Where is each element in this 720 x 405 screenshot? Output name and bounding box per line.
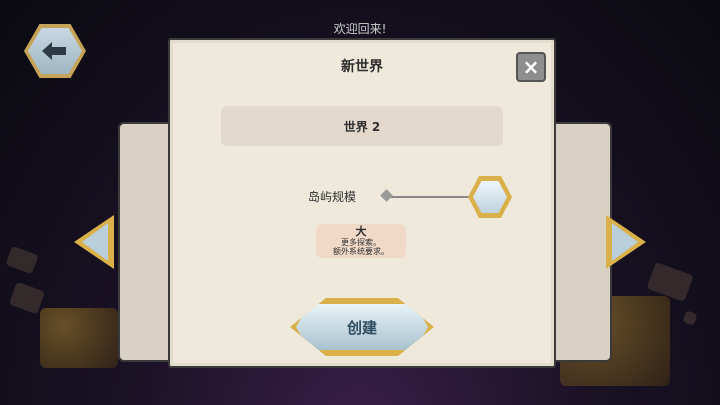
- close-icon: ×: [522, 55, 540, 79]
- island-size-desc-line-1: 更多探索。: [341, 238, 381, 247]
- island-size-label: 岛屿规模: [308, 190, 357, 204]
- new-world-dialog: 新世界 × 世界 2 岛屿规模 大 更多探索。 额外系统要求。 创建: [168, 38, 556, 368]
- chevron-right-icon[interactable]: [606, 215, 646, 269]
- create-button[interactable]: 创建: [290, 298, 434, 356]
- dialog-title: 新世界: [341, 59, 383, 75]
- arrow-left-icon: [42, 42, 66, 60]
- island-size-slider-handle[interactable]: [468, 176, 512, 218]
- background-treasure: [40, 308, 118, 368]
- next-world-card: [548, 122, 612, 362]
- slider-min-marker: [380, 189, 393, 202]
- welcome-text: 欢迎回来!: [333, 22, 387, 36]
- island-size-description: 大 更多探索。 额外系统要求。: [316, 224, 406, 258]
- island-size-slider-track[interactable]: [386, 196, 474, 198]
- chevron-left-icon[interactable]: [74, 215, 114, 269]
- world-name-field[interactable]: 世界 2: [221, 106, 503, 146]
- world-name-text: 世界 2: [343, 119, 381, 134]
- background-rock: [5, 245, 39, 275]
- island-size-desc-line-2: 额外系统要求。: [333, 247, 389, 256]
- close-button[interactable]: ×: [516, 52, 546, 82]
- background-rock: [682, 310, 698, 326]
- island-size-value: 大: [355, 225, 367, 238]
- background-rock: [8, 281, 46, 315]
- create-button-label: 创建: [346, 318, 377, 337]
